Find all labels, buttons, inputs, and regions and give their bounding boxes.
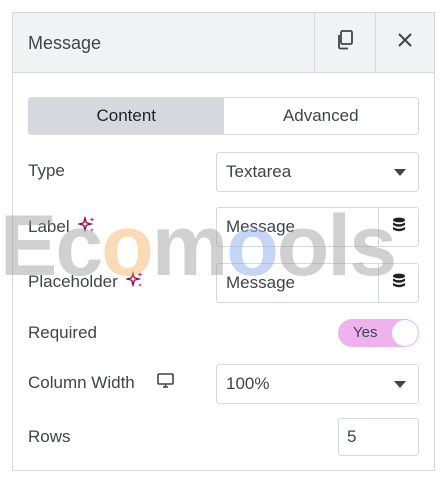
tab-content[interactable]: Content bbox=[29, 98, 224, 134]
type-label: Type bbox=[28, 159, 65, 183]
type-select[interactable]: Textarea bbox=[216, 152, 419, 192]
column-width-label: Column Width bbox=[28, 371, 174, 395]
caret-down-icon bbox=[394, 381, 406, 388]
toggle-knob bbox=[392, 320, 418, 346]
copy-icon bbox=[336, 30, 354, 55]
settings-tabs: Content Advanced bbox=[28, 97, 419, 135]
placeholder-label: Placeholder bbox=[28, 270, 144, 294]
database-icon bbox=[392, 217, 406, 238]
dynamic-tags-button[interactable] bbox=[378, 264, 418, 302]
panel-header: Message bbox=[13, 13, 434, 73]
rows-input[interactable] bbox=[338, 418, 419, 456]
type-label-text: Type bbox=[28, 161, 65, 180]
required-toggle[interactable]: Yes bbox=[338, 319, 419, 347]
placeholder-input[interactable] bbox=[217, 264, 378, 302]
placeholder-input-group bbox=[216, 263, 419, 303]
database-icon bbox=[392, 273, 406, 294]
label-label-text: Label bbox=[28, 217, 70, 236]
label-label: Label bbox=[28, 215, 96, 239]
placeholder-label-text: Placeholder bbox=[28, 272, 118, 291]
label-input[interactable] bbox=[217, 208, 378, 246]
close-button[interactable] bbox=[375, 13, 434, 72]
desktop-icon[interactable] bbox=[156, 373, 174, 393]
rows-label: Rows bbox=[28, 425, 71, 449]
label-input-group bbox=[216, 207, 419, 247]
close-icon bbox=[397, 32, 413, 53]
caret-down-icon bbox=[394, 169, 406, 176]
sparkle-icon[interactable] bbox=[124, 270, 144, 294]
sparkle-icon[interactable] bbox=[76, 215, 96, 239]
copy-button[interactable] bbox=[314, 13, 375, 72]
column-width-value: 100% bbox=[226, 374, 270, 393]
element-settings-panel: Message Content Advanced Type Textarea L… bbox=[12, 12, 435, 471]
panel-title: Message bbox=[28, 33, 102, 53]
tab-advanced[interactable]: Advanced bbox=[224, 98, 419, 134]
dynamic-tags-button[interactable] bbox=[378, 208, 418, 246]
type-select-value: Textarea bbox=[226, 162, 292, 181]
column-width-label-text: Column Width bbox=[28, 373, 135, 392]
rows-label-text: Rows bbox=[28, 427, 71, 446]
required-label: Required bbox=[28, 321, 97, 345]
toggle-text: Yes bbox=[353, 324, 378, 341]
column-width-select[interactable]: 100% bbox=[216, 364, 419, 404]
required-label-text: Required bbox=[28, 323, 97, 342]
